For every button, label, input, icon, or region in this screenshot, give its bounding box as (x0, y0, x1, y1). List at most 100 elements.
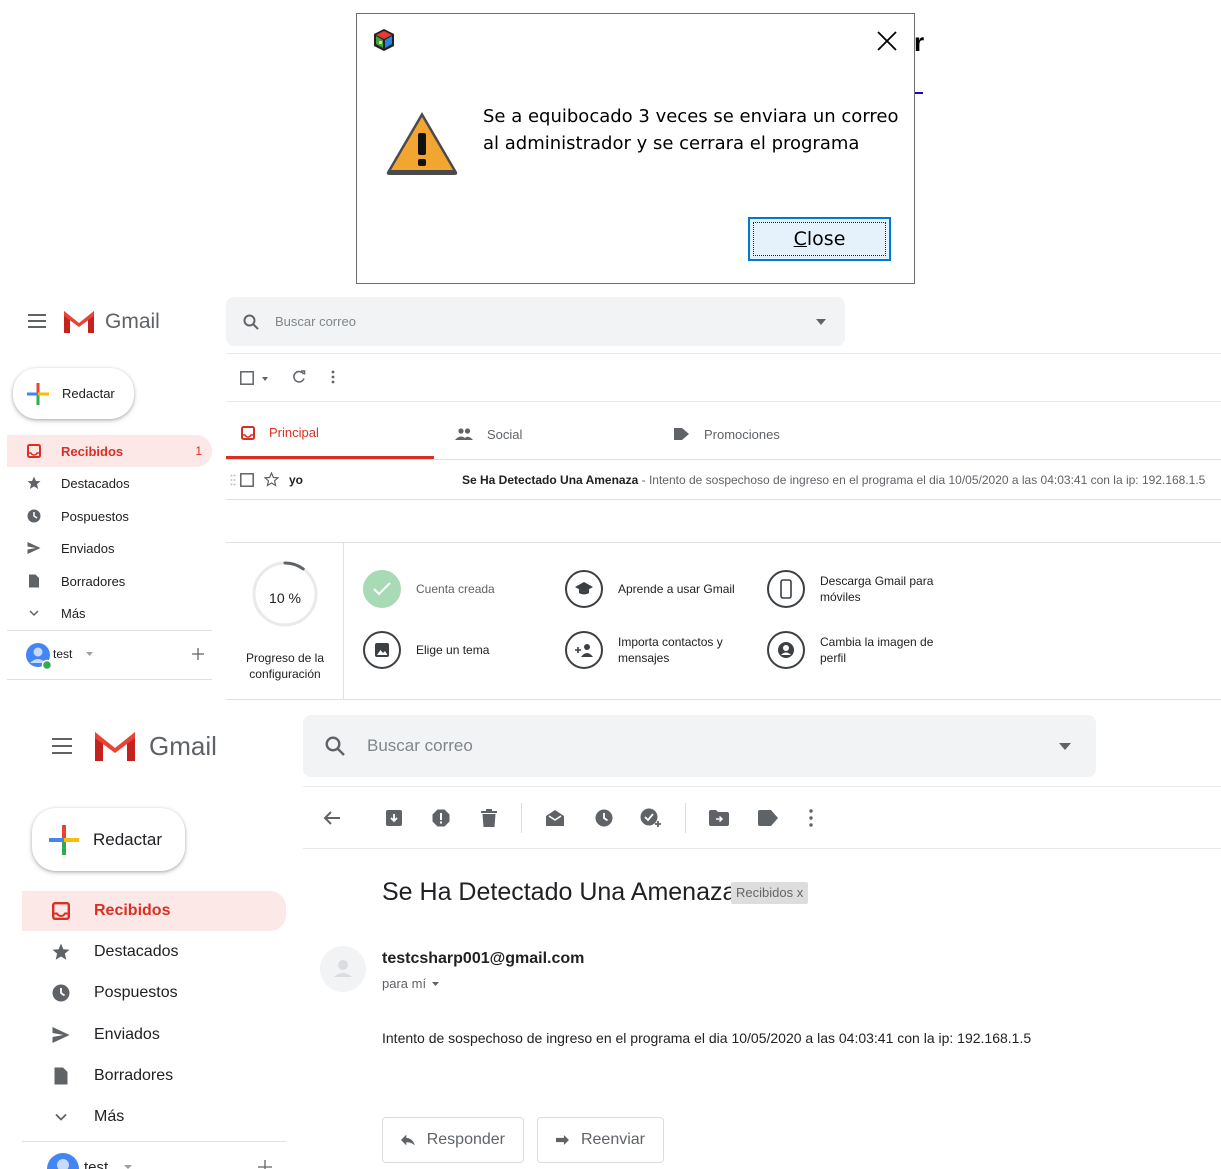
add-account-icon[interactable] (258, 1160, 272, 1169)
tab-promociones[interactable]: Promociones (674, 409, 874, 459)
message-subject: Se Ha Detectado Una Amenaza (382, 878, 737, 906)
sidebar-item-label: Más (61, 605, 86, 621)
menu-icon[interactable] (52, 738, 72, 754)
tab-label: Promociones (704, 426, 780, 442)
delete-icon[interactable] (477, 806, 501, 830)
sidebar-item-borradores[interactable]: Borradores (22, 1056, 286, 1096)
toolbar-separator (521, 803, 522, 833)
header-divider (226, 353, 1221, 354)
tab-label: Social (487, 426, 523, 442)
sidebar-item-label: Recibidos (61, 443, 124, 459)
avatar[interactable] (46, 1152, 80, 1169)
sidebar-item-enviados[interactable]: Enviados (22, 1015, 286, 1055)
chevron-down-icon (432, 981, 440, 986)
star-icon[interactable] (264, 472, 279, 487)
sidebar-item-recibidos[interactable]: Recibidos (22, 891, 286, 931)
reply-button[interactable]: Responder (382, 1117, 524, 1163)
dialog-message: Se a equibocado 3 veces se enviara un co… (483, 106, 899, 154)
app-icon (373, 28, 395, 52)
search-icon[interactable] (325, 736, 345, 756)
sidebar-item-pospuestos[interactable]: Pospuestos (7, 500, 212, 532)
tab-principal[interactable]: Principal (226, 409, 434, 459)
label-chip[interactable]: Recibidos x (731, 882, 809, 904)
inbox-icon (241, 425, 255, 440)
sidebar-item-label: Destacados (94, 943, 179, 960)
drag-handle-icon[interactable] (230, 474, 236, 486)
select-dropdown-icon[interactable] (262, 377, 268, 381)
toolbar-divider (303, 848, 1221, 849)
account-circle-icon (767, 631, 805, 669)
compose-label: Redactar (93, 829, 162, 849)
sidebar-item-destacados[interactable]: Destacados (22, 932, 286, 972)
compose-button[interactable]: Redactar (13, 368, 134, 419)
gmail-logo-icon (62, 307, 96, 335)
setup-item-cuenta-creada[interactable]: Cuenta creada (363, 570, 495, 608)
row-checkbox[interactable] (240, 472, 254, 487)
account-dropdown-icon[interactable] (86, 652, 93, 656)
sidebar-divider (7, 630, 212, 631)
people-icon (455, 428, 473, 440)
sidebar-item-borradores[interactable]: Borradores (7, 565, 212, 597)
sidebar-item-label: Destacados (61, 475, 130, 491)
add-task-icon[interactable] (639, 806, 663, 830)
archive-icon[interactable] (382, 806, 406, 830)
recipient-toggle[interactable]: para mí (382, 976, 440, 991)
header-divider (303, 786, 1221, 787)
plus-icon (26, 382, 50, 406)
setup-item-aprende[interactable]: Aprende a usar Gmail (565, 570, 735, 608)
mark-unread-icon[interactable] (543, 806, 567, 830)
menu-icon[interactable] (28, 314, 46, 328)
avatar[interactable] (25, 642, 51, 670)
setup-item-imagen-perfil[interactable]: Cambia la imagen de perfil (767, 631, 937, 669)
warning-icon (384, 108, 460, 178)
forward-button[interactable]: Reenviar (537, 1117, 664, 1163)
clock-icon (52, 984, 70, 1002)
refresh-icon[interactable] (292, 370, 306, 384)
sidebar-item-recibidos[interactable]: Recibidos 1 (7, 435, 212, 467)
more-vert-icon[interactable] (331, 370, 335, 384)
search-bar[interactable]: Buscar correo (226, 297, 845, 346)
school-icon (565, 570, 603, 608)
background-heading-fragment: r (914, 27, 925, 57)
search-input[interactable]: Buscar correo (367, 736, 473, 756)
tab-social[interactable]: Social (455, 409, 655, 459)
compose-button[interactable]: Redactar (32, 808, 185, 871)
snooze-icon[interactable] (592, 806, 616, 830)
sidebar-item-enviados[interactable]: Enviados (7, 532, 212, 564)
sidebar-item-label: Más (94, 1108, 125, 1125)
chevron-down-icon (29, 610, 39, 617)
move-to-icon[interactable] (707, 806, 731, 830)
warning-dialog: Se a equibocado 3 veces se enviara un co… (356, 13, 915, 284)
sidebar-item-mas[interactable]: Más (22, 1097, 286, 1137)
search-options-icon[interactable] (816, 318, 826, 325)
account-name: test (53, 647, 73, 661)
add-account-icon[interactable] (192, 648, 204, 660)
account-name: test (84, 1159, 109, 1169)
label-icon[interactable] (756, 806, 780, 830)
draft-icon (29, 574, 39, 588)
select-checkbox[interactable] (240, 371, 254, 385)
close-button[interactable]: Close (748, 217, 891, 261)
draft-icon (54, 1067, 68, 1085)
account-dropdown-icon[interactable] (124, 1165, 132, 1169)
sidebar-item-pospuestos[interactable]: Pospuestos (22, 973, 286, 1013)
dialog-body: Se a equibocado 3 veces se enviara un co… (357, 68, 914, 283)
setup-item-importa[interactable]: Importa contactos y mensajes (565, 631, 745, 669)
setup-item-tema[interactable]: Elige un tema (363, 631, 489, 669)
search-bar[interactable]: Buscar correo (303, 715, 1096, 777)
table-row[interactable]: yo Se Ha Detectado Una Amenaza - Intento… (226, 460, 1221, 500)
report-spam-icon[interactable] (429, 806, 453, 830)
sidebar-item-mas[interactable]: Más (7, 597, 212, 629)
sidebar-item-label: Pospuestos (61, 508, 129, 524)
search-options-icon[interactable] (1059, 742, 1071, 750)
search-icon[interactable] (243, 314, 259, 330)
back-arrow-icon[interactable] (320, 806, 344, 830)
close-icon[interactable] (872, 26, 902, 56)
sidebar-item-destacados[interactable]: Destacados (7, 467, 212, 499)
setup-item-descarga[interactable]: Descarga Gmail para móviles (767, 570, 937, 608)
search-input[interactable]: Buscar correo (275, 314, 356, 329)
sender-avatar (320, 946, 366, 992)
more-vert-icon[interactable] (799, 806, 823, 830)
message-body: Intento de sospechoso de ingreso en el p… (382, 1030, 1032, 1046)
plus-icon (48, 824, 80, 856)
